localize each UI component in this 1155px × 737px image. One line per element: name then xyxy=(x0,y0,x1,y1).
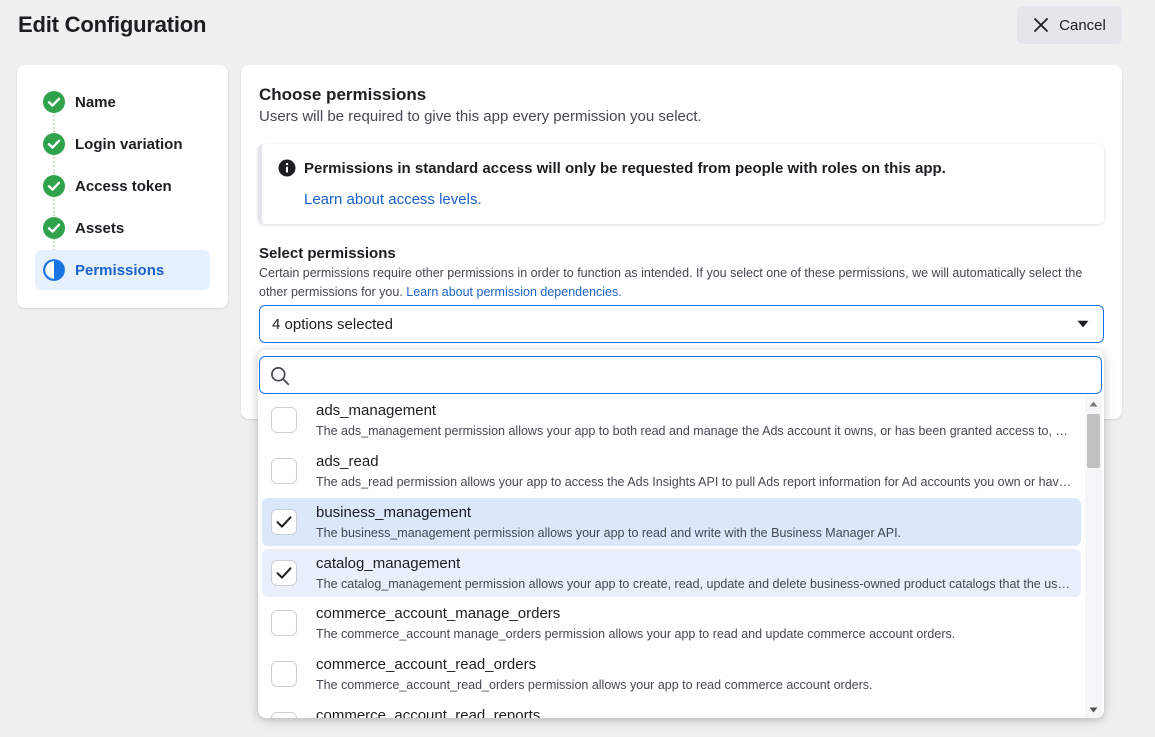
config-stepper: Name Login variation Access token Assets… xyxy=(17,65,228,308)
permissions-search-box[interactable] xyxy=(259,356,1102,394)
checkbox[interactable] xyxy=(271,661,297,687)
checkbox[interactable] xyxy=(271,407,297,433)
option-ads-read[interactable]: ads_read The ads_read permission allows … xyxy=(262,447,1081,495)
permissions-select-value: 4 options selected xyxy=(272,315,393,333)
option-description: The catalog_management permission allows… xyxy=(316,577,1074,591)
caret-down-icon xyxy=(1077,320,1089,328)
check-circle-icon xyxy=(43,91,65,113)
check-circle-icon xyxy=(43,133,65,155)
info-banner-text: Permissions in standard access will only… xyxy=(304,160,946,177)
step-login-variation[interactable]: Login variation xyxy=(35,124,210,164)
option-name: commerce_account_read_reports xyxy=(316,707,541,718)
option-description: The commerce_account manage_orders permi… xyxy=(316,627,956,641)
option-catalog-management[interactable]: catalog_management The catalog_managemen… xyxy=(262,549,1081,597)
option-name: ads_management xyxy=(316,402,437,419)
scroll-down-arrow-icon[interactable] xyxy=(1089,707,1098,713)
section-subtitle: Users will be required to give this app … xyxy=(259,108,702,125)
option-description: The ads_management permission allows you… xyxy=(316,424,1074,438)
step-label: Access token xyxy=(75,177,172,195)
option-commerce-account-manage-orders[interactable]: commerce_account_manage_orders The comme… xyxy=(262,599,1081,647)
permissions-search-input[interactable] xyxy=(300,359,1090,391)
close-icon xyxy=(1034,18,1049,32)
option-name: ads_read xyxy=(316,453,379,470)
option-commerce-account-read-reports[interactable]: commerce_account_read_reports xyxy=(262,701,1081,718)
search-icon xyxy=(271,367,290,386)
checkbox-checked[interactable] xyxy=(271,509,297,535)
step-access-token[interactable]: Access token xyxy=(35,166,210,206)
options-scrollbar[interactable] xyxy=(1085,396,1102,718)
scroll-up-arrow-icon[interactable] xyxy=(1089,401,1098,407)
page-title: Edit Configuration xyxy=(18,12,207,37)
option-name: commerce_account_read_orders xyxy=(316,656,537,673)
permission-dependencies-link[interactable]: Learn about permission dependencies. xyxy=(406,285,621,299)
step-name[interactable]: Name xyxy=(35,82,210,122)
option-description: The business_management permission allow… xyxy=(316,526,902,540)
checkbox[interactable] xyxy=(271,610,297,636)
step-permissions[interactable]: Permissions xyxy=(35,250,210,290)
step-label: Name xyxy=(75,93,116,111)
option-business-management[interactable]: business_management The business_managem… xyxy=(262,498,1081,546)
option-commerce-account-read-orders[interactable]: commerce_account_read_orders The commerc… xyxy=(262,650,1081,698)
check-circle-icon xyxy=(43,175,65,197)
option-name: commerce_account_manage_orders xyxy=(316,605,561,622)
checkbox[interactable] xyxy=(271,458,297,484)
checkmark-icon xyxy=(276,516,292,528)
checkbox-checked[interactable] xyxy=(271,560,297,586)
cancel-button-label: Cancel xyxy=(1059,16,1106,34)
checkmark-icon xyxy=(276,567,292,579)
step-label: Permissions xyxy=(75,261,165,279)
select-description-text: Certain permissions require other permis… xyxy=(259,266,1083,299)
checkbox[interactable] xyxy=(271,712,297,718)
info-banner: Permissions in standard access will only… xyxy=(258,144,1104,224)
select-permissions-description: Certain permissions require other permis… xyxy=(259,264,1089,302)
cancel-button[interactable]: Cancel xyxy=(1017,6,1122,44)
option-description: The commerce_account_read_orders permiss… xyxy=(316,678,873,692)
option-name: catalog_management xyxy=(316,555,461,572)
option-description: The ads_read permission allows your app … xyxy=(316,475,1074,489)
select-permissions-label: Select permissions xyxy=(259,245,396,262)
scroll-thumb[interactable] xyxy=(1087,414,1100,468)
option-ads-management[interactable]: ads_management The ads_management permis… xyxy=(262,396,1081,444)
permissions-dropdown: ads_management The ads_management permis… xyxy=(258,350,1104,718)
step-label: Login variation xyxy=(75,135,183,153)
option-name: business_management xyxy=(316,504,472,521)
permissions-select[interactable]: 4 options selected xyxy=(259,305,1104,343)
step-assets[interactable]: Assets xyxy=(35,208,210,248)
permissions-options-list: ads_management The ads_management permis… xyxy=(258,396,1082,718)
learn-access-levels-link[interactable]: Learn about access levels. xyxy=(304,191,482,208)
check-circle-icon xyxy=(43,217,65,239)
section-title: Choose permissions xyxy=(259,85,427,104)
info-icon xyxy=(278,159,296,177)
step-label: Assets xyxy=(75,219,125,237)
half-circle-progress-icon xyxy=(43,259,65,281)
